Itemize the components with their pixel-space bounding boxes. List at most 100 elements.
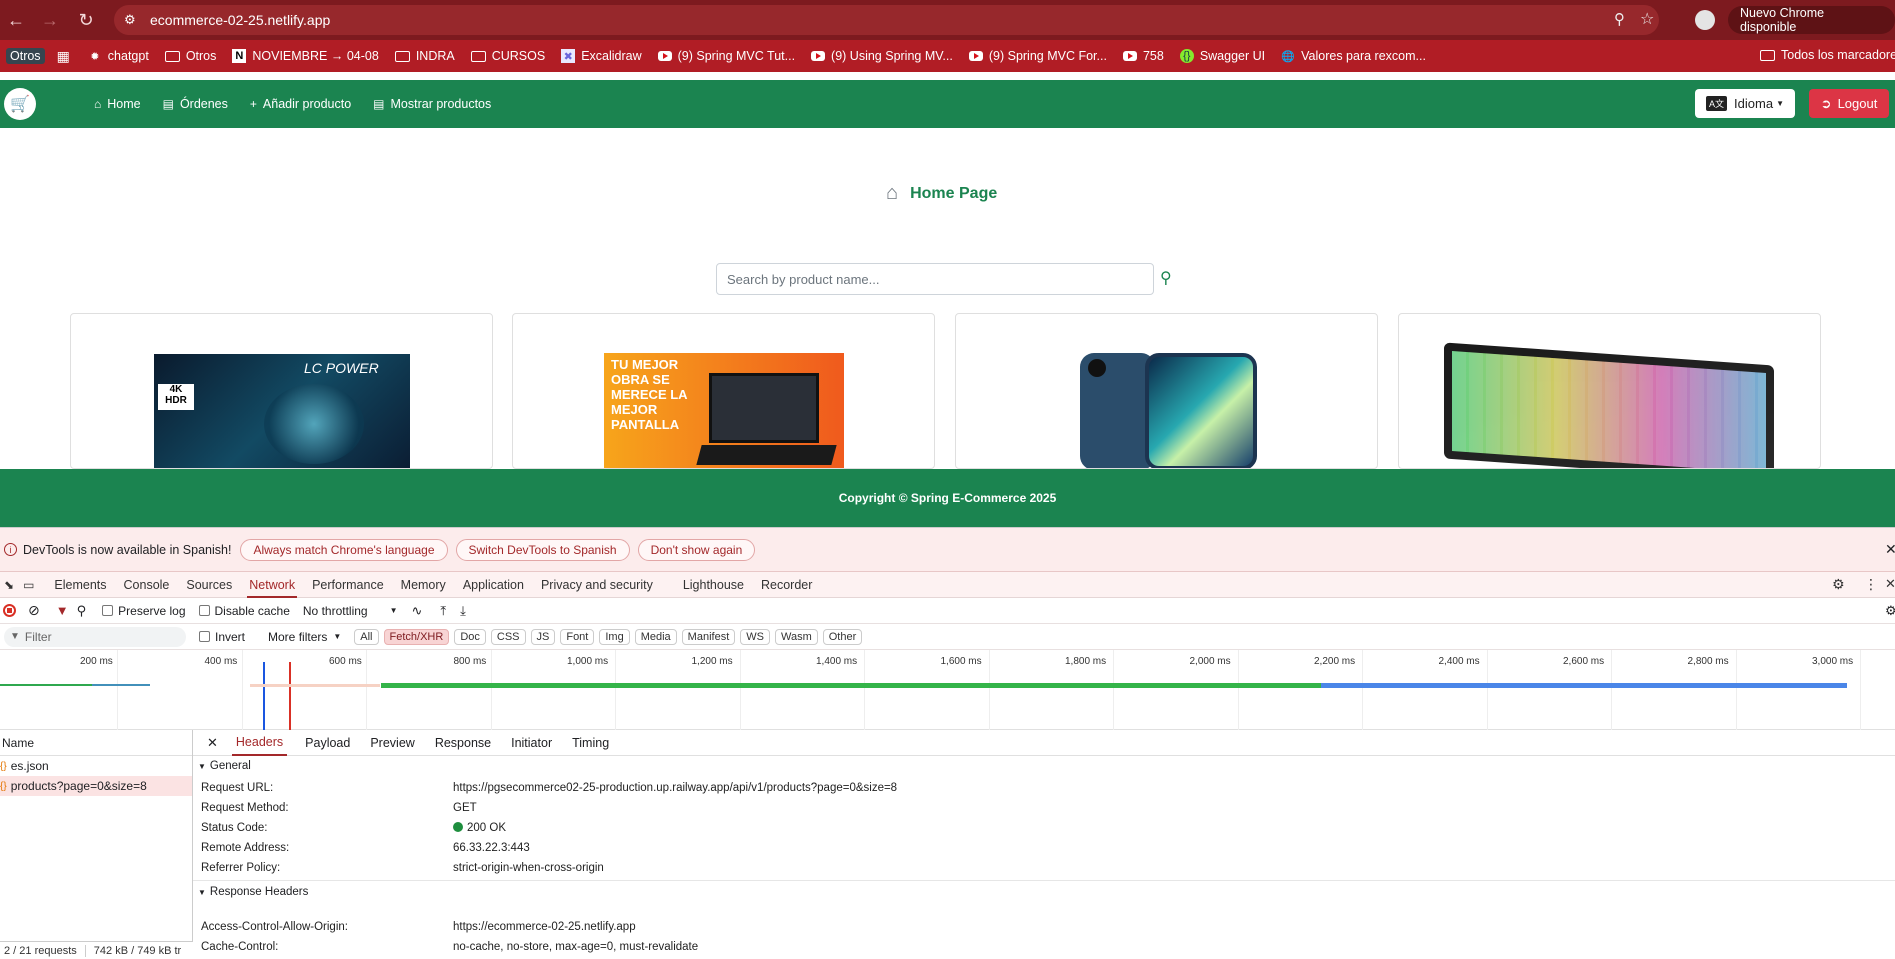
throttling-select[interactable]: No throttling ▼ [303, 604, 398, 618]
product-card-monitor[interactable]: LC POWER 4K HDR [70, 313, 493, 469]
bookmark-valores[interactable]: 🌐 Valores para rexcom... [1281, 49, 1426, 63]
filter-funnel-icon[interactable]: ▼ [56, 603, 69, 618]
bookmark-star-icon[interactable]: ☆ [1640, 9, 1654, 29]
type-filter-css[interactable]: CSS [490, 628, 526, 645]
disable-cache-checkbox[interactable]: Disable cache [198, 604, 290, 618]
tab-memory[interactable]: Memory [401, 572, 446, 598]
back-icon[interactable]: ← [4, 8, 28, 32]
cart-logo[interactable]: 🛒 [4, 88, 36, 120]
type-filter-all[interactable]: All [354, 628, 379, 645]
tab-performance[interactable]: Performance [312, 572, 384, 598]
bookmark-noviembre[interactable]: N NOVIEMBRE → 04-08 [232, 49, 379, 63]
address-url[interactable]: ecommerce-02-25.netlify.app [150, 12, 330, 28]
bookmark-excalidraw[interactable]: ✖ Excalidraw [561, 49, 642, 63]
type-filter-js[interactable]: JS [530, 628, 556, 645]
laptop-base [696, 445, 837, 465]
type-filter-doc[interactable]: Doc [454, 628, 486, 645]
bookmark-otros-folder[interactable]: Otros [164, 49, 216, 63]
all-bookmarks-label: Todos los marcadores [1781, 48, 1895, 62]
product-card-keyboard[interactable] [1398, 313, 1821, 469]
address-bar[interactable]: ⚙ ecommerce-02-25.netlify.app ⚲ ☆ [114, 5, 1659, 35]
close-devtools-icon[interactable]: ✕ [1885, 576, 1895, 592]
search-input[interactable]: Search by product name... [716, 263, 1154, 295]
general-section-header[interactable]: ▼ General [198, 760, 251, 772]
language-dropdown[interactable]: A文 Idioma ▼ [1695, 89, 1795, 118]
network-conditions-icon[interactable]: ∿ [412, 603, 423, 619]
tab-lighthouse[interactable]: Lighthouse [683, 572, 744, 598]
profile-avatar[interactable] [1695, 10, 1715, 30]
close-infobar-icon[interactable]: ✕ [1885, 541, 1895, 558]
match-language-button[interactable]: Always match Chrome's language [240, 538, 448, 561]
type-filter-ws[interactable]: WS [740, 628, 770, 645]
request-details: ✕ Headers Payload Preview Response Initi… [193, 730, 1895, 959]
bookmark-chatgpt[interactable]: ✹ chatgpt [88, 49, 149, 63]
tab-timing[interactable]: Timing [572, 736, 609, 750]
more-filters-dropdown[interactable]: More filters ▼ [268, 630, 341, 644]
type-filter-media[interactable]: Media [634, 628, 677, 645]
bookmark-youtube-2[interactable]: (9) Using Spring MV... [811, 49, 953, 63]
clear-icon[interactable]: ⊘ [28, 602, 40, 619]
nav-ordenes[interactable]: ▤ Órdenes [163, 97, 228, 111]
more-options-icon[interactable]: ⋮ [1864, 576, 1878, 593]
tab-console[interactable]: Console [124, 572, 170, 598]
apps-grid-icon[interactable]: ▦ [57, 48, 70, 65]
search-icon[interactable]: ⚲ [1160, 268, 1172, 288]
type-filter-font[interactable]: Font [560, 628, 595, 645]
bookmark-indra-folder[interactable]: INDRA [394, 49, 455, 63]
tab-privacy-security[interactable]: Privacy and security [541, 572, 653, 598]
preserve-log-checkbox[interactable]: Preserve log [102, 604, 186, 618]
dont-show-again-button[interactable]: Don't show again [637, 538, 756, 561]
type-filter-fetch-xhr[interactable]: Fetch/XHR [383, 628, 450, 645]
reload-icon[interactable]: ↻ [74, 8, 98, 32]
device-toolbar-icon[interactable]: ▭ [23, 578, 34, 592]
tab-application[interactable]: Application [463, 572, 524, 598]
network-timeline[interactable]: 200 ms 400 ms 600 ms 800 ms 1,000 ms 1,200 ms… [0, 650, 1895, 730]
bookmark-cursos-folder[interactable]: CURSOS [470, 49, 545, 63]
bookmark-youtube-1[interactable]: (9) Spring MVC Tut... [657, 49, 795, 63]
tab-response[interactable]: Response [435, 736, 491, 750]
bookmark-swagger[interactable]: {} Swagger UI [1179, 49, 1265, 63]
tab-initiator[interactable]: Initiator [511, 736, 552, 750]
logout-button[interactable]: ➲ Logout [1809, 89, 1889, 118]
tab-network[interactable]: Network [247, 572, 297, 598]
close-details-icon[interactable]: ✕ [207, 735, 218, 751]
all-bookmarks[interactable]: Todos los marcadores [1760, 48, 1895, 62]
product-card-iphone[interactable] [955, 313, 1378, 469]
network-settings-icon[interactable]: ⚙ [1885, 603, 1895, 619]
type-filter-wasm[interactable]: Wasm [774, 628, 818, 645]
tab-elements[interactable]: Elements [54, 572, 106, 598]
settings-gear-icon[interactable]: ⚙ [1832, 576, 1845, 593]
type-filter-manifest[interactable]: Manifest [681, 628, 736, 645]
type-filter-other[interactable]: Other [822, 628, 863, 645]
switch-to-spanish-button[interactable]: Switch DevTools to Spanish [455, 538, 630, 561]
nav-home[interactable]: ⌂ Home [94, 97, 141, 111]
bookmark-youtube-3[interactable]: (9) Spring MVC For... [968, 49, 1107, 63]
request-row[interactable]: {} es.json [0, 756, 192, 776]
search-icon[interactable]: ⚲ [77, 603, 87, 619]
import-har-icon[interactable]: ⤒ [440, 603, 446, 619]
response-headers-section-header[interactable]: ▼ Response Headers [193, 880, 1895, 902]
bookmark-otros-badge[interactable]: Otros [6, 48, 45, 64]
nav-show-products[interactable]: ▤ Mostrar productos [373, 97, 491, 111]
name-column-header[interactable]: Name [0, 730, 192, 756]
forward-icon[interactable]: → [38, 8, 62, 32]
invert-checkbox[interactable]: Invert [199, 630, 245, 644]
tab-headers[interactable]: Headers [231, 730, 288, 756]
product-image-keyboard [1444, 342, 1774, 468]
site-info-icon[interactable]: ⚙ [124, 12, 136, 28]
tab-preview[interactable]: Preview [370, 736, 414, 750]
zoom-search-icon[interactable]: ⚲ [1614, 10, 1625, 28]
inspect-icon[interactable]: ⬊ [4, 578, 14, 592]
type-filter-img[interactable]: Img [599, 628, 630, 645]
bookmark-youtube-758[interactable]: 758 [1122, 49, 1164, 63]
product-card-laptop[interactable]: TU MEJOR OBRA SE MERECE LA MEJOR PANTALL… [512, 313, 935, 469]
tab-payload[interactable]: Payload [305, 736, 350, 750]
nav-add-product[interactable]: + Añadir producto [250, 97, 351, 111]
request-row-selected[interactable]: {} products?page=0&size=8 [0, 776, 192, 796]
update-chrome-button[interactable]: Nuevo Chrome disponible [1728, 6, 1895, 34]
tab-recorder[interactable]: Recorder [761, 572, 812, 598]
export-har-icon[interactable]: ⤓ [460, 603, 466, 619]
filter-input[interactable]: ▼ Filter [4, 626, 186, 647]
record-stop-icon[interactable] [3, 604, 16, 617]
tab-sources[interactable]: Sources [186, 572, 232, 598]
